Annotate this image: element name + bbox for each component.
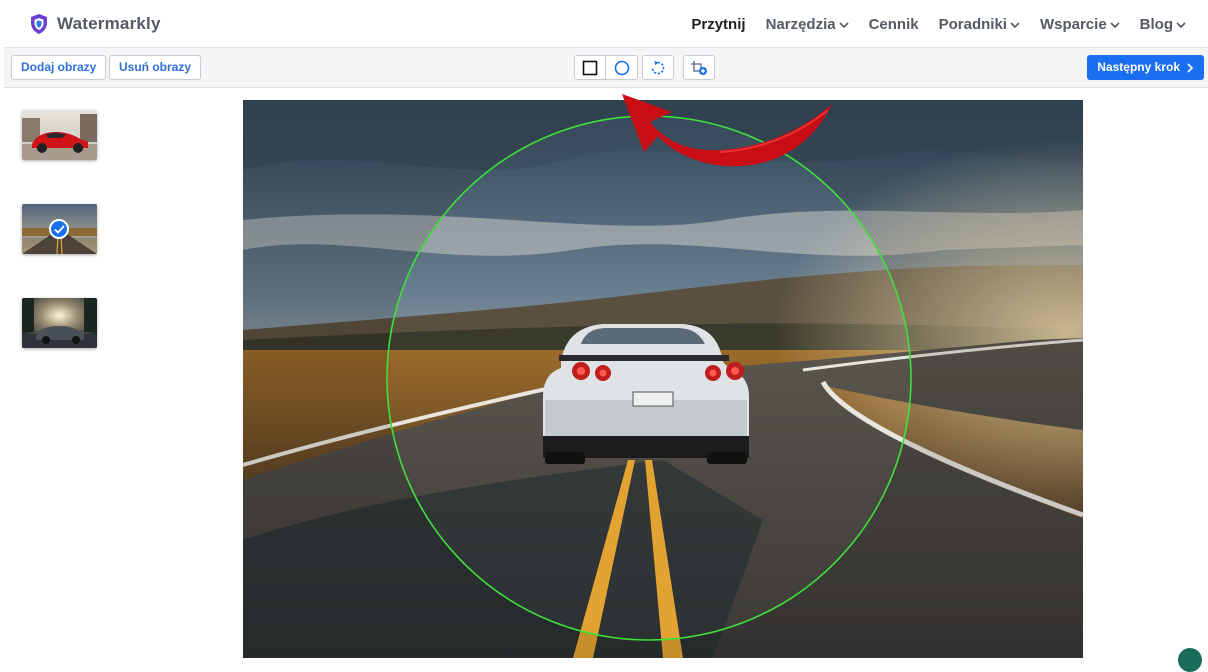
brand-name: Watermarkly bbox=[57, 14, 161, 33]
next-step-button[interactable]: Następny krok bbox=[1087, 55, 1204, 80]
rotate-button[interactable] bbox=[642, 55, 674, 80]
top-navigation: Watermarkly Przytnij Narzędzia Cennik Po… bbox=[4, 0, 1208, 48]
nav-label: Cennik bbox=[868, 16, 919, 33]
rectangle-shape-icon bbox=[582, 60, 598, 75]
thumbnail-white-car-on-road[interactable] bbox=[22, 204, 97, 254]
chevron-down-icon bbox=[1110, 21, 1120, 28]
thumbnail-red-sports-car[interactable] bbox=[22, 110, 97, 160]
selected-check-icon bbox=[49, 219, 69, 239]
rotate-icon bbox=[651, 60, 665, 74]
editor-toolbar: Dodaj obrazy Usuń obrazy Następny krok bbox=[4, 48, 1208, 88]
circle-shape-icon bbox=[614, 60, 629, 75]
help-chat-icon[interactable] bbox=[1178, 648, 1202, 672]
thumbnail-image bbox=[22, 110, 97, 160]
crop-shape-toggle bbox=[574, 55, 638, 80]
crop-add-button[interactable] bbox=[683, 55, 715, 80]
nav-item-cennik[interactable]: Cennik bbox=[869, 16, 919, 33]
remove-images-button[interactable]: Usuń obrazy bbox=[109, 55, 202, 80]
image-canvas[interactable] bbox=[243, 100, 1083, 658]
nav-label: Blog bbox=[1139, 16, 1173, 33]
nav-item-narzedzia[interactable]: Narzędzia bbox=[766, 16, 849, 33]
nav-label: Poradniki bbox=[938, 16, 1007, 33]
rectangle-shape-button[interactable] bbox=[574, 55, 606, 80]
crop-add-icon bbox=[691, 60, 707, 75]
nav-label: Wsparcie bbox=[1039, 16, 1107, 33]
chevron-down-icon bbox=[839, 21, 849, 28]
main-photo bbox=[243, 100, 1083, 658]
circle-shape-button[interactable] bbox=[606, 55, 638, 80]
chevron-down-icon bbox=[1010, 21, 1020, 28]
chevron-down-icon bbox=[1176, 21, 1186, 28]
nav-label: Przytnij bbox=[691, 16, 746, 33]
brand[interactable]: Watermarkly bbox=[30, 13, 161, 35]
nav-item-blog[interactable]: Blog bbox=[1140, 16, 1186, 33]
thumbnail-dark-car-at-sunset[interactable] bbox=[22, 298, 97, 348]
nav-item-wsparcie[interactable]: Wsparcie bbox=[1040, 16, 1120, 33]
nav-item-przytnij[interactable]: Przytnij bbox=[691, 16, 745, 33]
main-menu: Przytnij Narzędzia Cennik Poradniki Wspa… bbox=[691, 16, 1186, 33]
shield-logo-icon bbox=[31, 14, 47, 34]
next-step-label: Następny krok bbox=[1097, 60, 1180, 74]
nav-label: Narzędzia bbox=[765, 16, 836, 33]
add-images-button[interactable]: Dodaj obrazy bbox=[11, 55, 107, 80]
thumbnail-image bbox=[22, 298, 97, 348]
chevron-right-icon bbox=[1187, 62, 1194, 73]
nav-item-poradniki[interactable]: Poradniki bbox=[939, 16, 1020, 33]
